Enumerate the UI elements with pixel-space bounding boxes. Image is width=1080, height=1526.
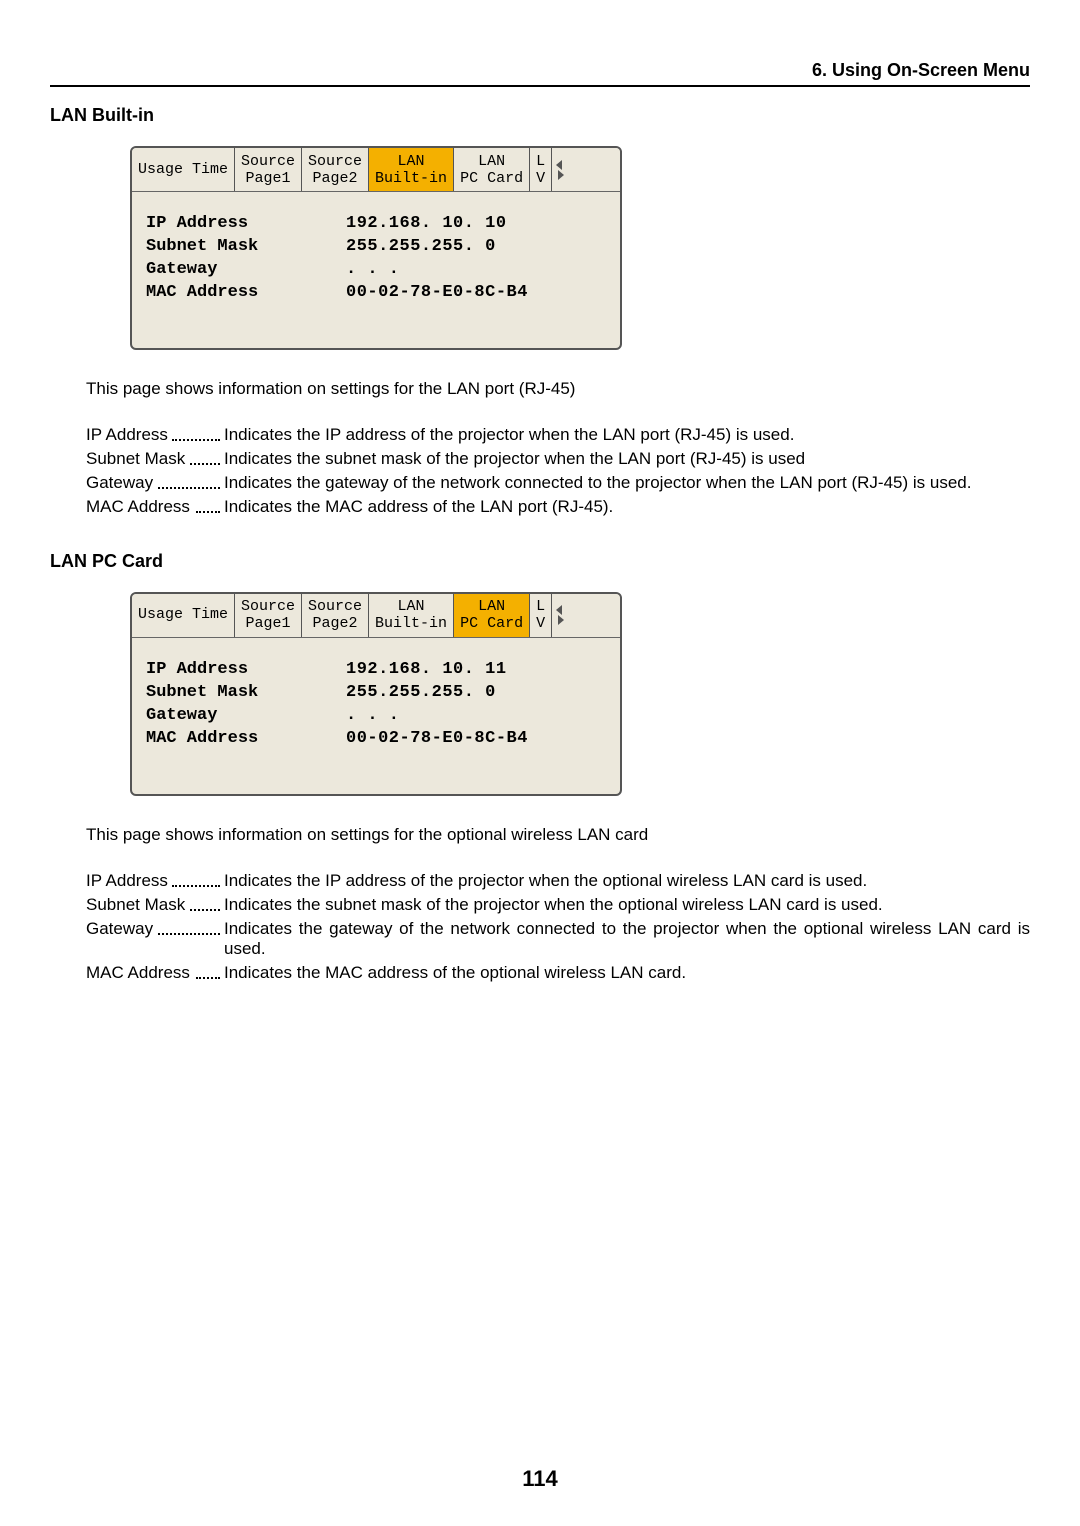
osd-label: Gateway — [146, 260, 346, 279]
page-header: 6. Using On-Screen Menu — [50, 60, 1030, 87]
osd-value: 00-02-78-E0-8C-B4 — [346, 729, 606, 748]
def-row: MAC Address Indicates the MAC address of… — [86, 497, 1030, 517]
tab-lan-builtin[interactable]: LANBuilt-in — [369, 148, 454, 191]
tab-source-page2[interactable]: SourcePage2 — [302, 148, 369, 191]
tab-lan-builtin[interactable]: LANBuilt-in — [369, 594, 454, 637]
tab-lan-pccard[interactable]: LANPC Card — [454, 594, 530, 637]
def-row: Gateway Indicates the gateway of the net… — [86, 919, 1030, 959]
osd-label: Gateway — [146, 706, 346, 725]
tab-scroll-arrows[interactable] — [552, 594, 568, 637]
def-term: IP Address — [86, 425, 224, 445]
def-row: IP Address Indicates the IP address of t… — [86, 871, 1030, 891]
def-row: Gateway Indicates the gateway of the net… — [86, 473, 1030, 493]
osd-row-ip: IP Address 192.168. 10. 10 — [146, 214, 606, 233]
tab-usage-time[interactable]: Usage Time — [132, 148, 235, 191]
osd-label: MAC Address — [146, 283, 346, 302]
osd-tab-row: Usage Time SourcePage1 SourcePage2 LANBu… — [132, 594, 620, 638]
osd-label: Subnet Mask — [146, 683, 346, 702]
def-def: Indicates the IP address of the projecto… — [224, 425, 1030, 445]
def-term: Gateway — [86, 473, 224, 493]
osd-row-ip: IP Address 192.168. 10. 11 — [146, 660, 606, 679]
osd-value: 00-02-78-E0-8C-B4 — [346, 283, 606, 302]
def-def: Indicates the gateway of the network con… — [224, 473, 1030, 493]
section-desc: This page shows information on settings … — [86, 824, 1030, 847]
arrow-right-icon — [558, 170, 564, 180]
osd-row-mac: MAC Address 00-02-78-E0-8C-B4 — [146, 729, 606, 748]
osd-value: 192.168. 10. 10 — [346, 214, 606, 233]
osd-label: IP Address — [146, 660, 346, 679]
def-row: Subnet Mask Indicates the subnet mask of… — [86, 449, 1030, 469]
def-def: Indicates the gateway of the network con… — [224, 919, 1030, 959]
osd-tab-row: Usage Time SourcePage1 SourcePage2 LANBu… — [132, 148, 620, 192]
osd-value: 255.255.255. 0 — [346, 683, 606, 702]
osd-value: 192.168. 10. 11 — [346, 660, 606, 679]
def-def: Indicates the subnet mask of the project… — [224, 449, 1030, 469]
osd-window-lan-builtin: Usage Time SourcePage1 SourcePage2 LANBu… — [130, 146, 622, 350]
def-row: IP Address Indicates the IP address of t… — [86, 425, 1030, 445]
section-desc: This page shows information on settings … — [86, 378, 1030, 401]
osd-row-subnet: Subnet Mask 255.255.255. 0 — [146, 237, 606, 256]
def-def: Indicates the IP address of the projecto… — [224, 871, 1030, 891]
def-term: Gateway — [86, 919, 224, 939]
tab-source-page1[interactable]: SourcePage1 — [235, 594, 302, 637]
osd-row-mac: MAC Address 00-02-78-E0-8C-B4 — [146, 283, 606, 302]
def-term: MAC Address — [86, 497, 224, 517]
def-term: IP Address — [86, 871, 224, 891]
tab-usage-time[interactable]: Usage Time — [132, 594, 235, 637]
osd-value: 255.255.255. 0 — [346, 237, 606, 256]
osd-row-subnet: Subnet Mask 255.255.255. 0 — [146, 683, 606, 702]
def-def: Indicates the subnet mask of the project… — [224, 895, 1030, 915]
def-def: Indicates the MAC address of the LAN por… — [224, 497, 1030, 517]
def-term: Subnet Mask — [86, 895, 224, 915]
def-term: MAC Address — [86, 963, 224, 983]
osd-label: IP Address — [146, 214, 346, 233]
arrow-left-icon — [556, 160, 562, 170]
tab-scroll-arrows[interactable] — [552, 148, 568, 191]
osd-body: IP Address 192.168. 10. 10 Subnet Mask 2… — [132, 192, 620, 348]
osd-row-gateway: Gateway . . . — [146, 260, 606, 279]
def-row: MAC Address Indicates the MAC address of… — [86, 963, 1030, 983]
def-def: Indicates the MAC address of the optiona… — [224, 963, 1030, 983]
def-list-pccard: IP Address Indicates the IP address of t… — [86, 871, 1030, 983]
osd-label: Subnet Mask — [146, 237, 346, 256]
section-title-lan-builtin: LAN Built-in — [50, 105, 1030, 126]
def-list-builtin: IP Address Indicates the IP address of t… — [86, 425, 1030, 517]
section-title-lan-pccard: LAN PC Card — [50, 551, 1030, 572]
osd-value: . . . — [346, 706, 606, 725]
tab-lan-pccard[interactable]: LANPC Card — [454, 148, 530, 191]
osd-body: IP Address 192.168. 10. 11 Subnet Mask 2… — [132, 638, 620, 794]
arrow-right-icon — [558, 615, 564, 625]
osd-row-gateway: Gateway . . . — [146, 706, 606, 725]
tab-source-page2[interactable]: SourcePage2 — [302, 594, 369, 637]
def-row: Subnet Mask Indicates the subnet mask of… — [86, 895, 1030, 915]
osd-value: . . . — [346, 260, 606, 279]
tab-more[interactable]: LV — [530, 148, 552, 191]
tab-more[interactable]: LV — [530, 594, 552, 637]
osd-label: MAC Address — [146, 729, 346, 748]
page-number: 114 — [0, 1466, 1080, 1492]
tab-source-page1[interactable]: SourcePage1 — [235, 148, 302, 191]
osd-window-lan-pccard: Usage Time SourcePage1 SourcePage2 LANBu… — [130, 592, 622, 796]
def-term: Subnet Mask — [86, 449, 224, 469]
arrow-left-icon — [556, 605, 562, 615]
